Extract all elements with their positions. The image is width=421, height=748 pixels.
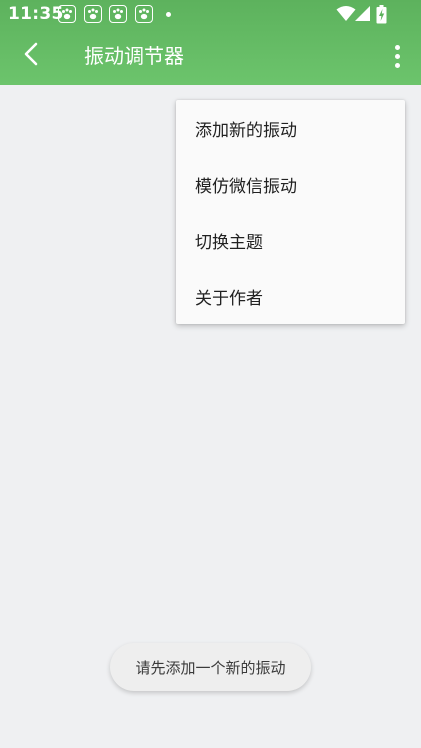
page-title: 振动调节器 — [84, 44, 184, 68]
more-vert-icon-dot — [394, 62, 400, 68]
back-button[interactable] — [12, 36, 52, 76]
menu-item-switch-theme[interactable]: 切换主题 — [176, 212, 405, 268]
status-bar: 11:35 — [0, 0, 421, 28]
paw-icon — [135, 5, 153, 23]
signal-icon — [354, 5, 371, 27]
toolbar: 振动调节器 — [0, 28, 421, 85]
toast-message: 请先添加一个新的振动 — [110, 643, 311, 691]
more-vert-icon-dot — [394, 53, 400, 59]
menu-item-imitate-wechat[interactable]: 模仿微信振动 — [176, 156, 405, 212]
status-time: 11:35 — [8, 4, 64, 24]
app-header: 11:35 振动调节器 — [0, 0, 421, 85]
overflow-menu: 添加新的振动 模仿微信振动 切换主题 关于作者 — [176, 100, 405, 324]
paw-icon — [109, 5, 127, 23]
more-notifications-dot — [166, 12, 171, 17]
paw-icon — [58, 5, 76, 23]
menu-item-about-author[interactable]: 关于作者 — [176, 268, 405, 324]
battery-charging-icon — [376, 5, 387, 28]
more-options-button[interactable] — [385, 38, 409, 74]
more-vert-icon-dot — [394, 44, 400, 50]
back-arrow-icon — [21, 41, 43, 71]
wifi-icon — [336, 5, 356, 27]
menu-item-add-vibration[interactable]: 添加新的振动 — [176, 100, 405, 156]
paw-icon — [84, 5, 102, 23]
